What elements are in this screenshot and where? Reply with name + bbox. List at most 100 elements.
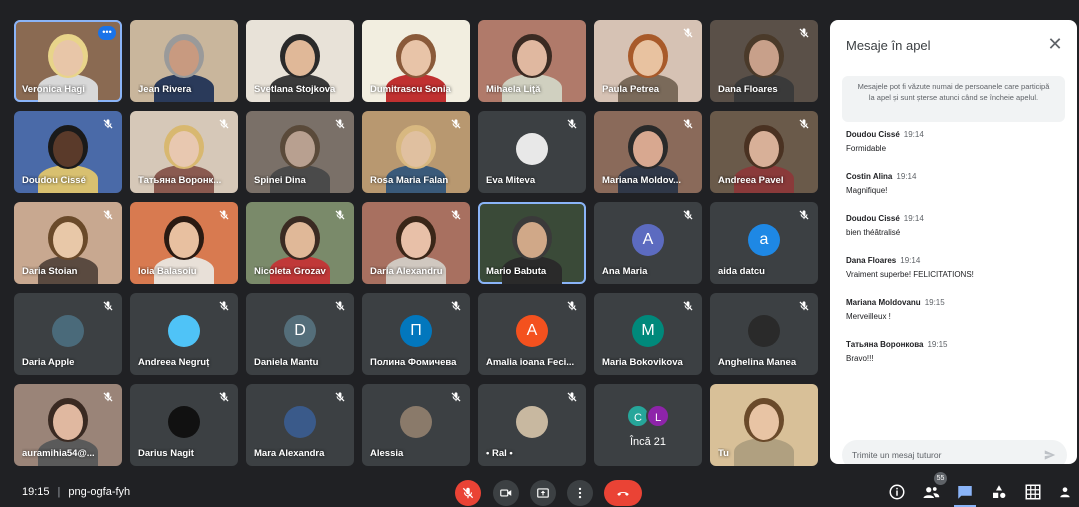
host-controls-icon[interactable] [1058,483,1072,501]
participant-tile[interactable]: • Ral • [478,384,586,466]
participant-tile[interactable]: Spinei Dina [246,111,354,193]
avatar: L [646,404,670,428]
participant-tile[interactable]: Ioia Balasoiu [130,202,238,284]
chat-title: Mesaje în apel [846,38,931,53]
participant-tile[interactable]: Татьяна Воронк... [130,111,238,193]
close-icon[interactable]: ✕ [1045,34,1065,54]
participant-name: auramihia54@... [22,448,95,459]
mic-off-icon [565,299,579,313]
chat-text: Bravo!!! [846,354,874,363]
chat-text: Magnifique! [846,186,888,195]
mic-off-icon [449,390,463,404]
participant-tile[interactable]: Andreea Pavel [710,111,818,193]
chat-time: 19:14 [903,214,924,223]
bottom-bar: 19:15 | png-ogfa-fyh 55 [0,470,1079,507]
participant-tile[interactable]: C L Încă 21 [594,384,702,466]
participant-tile[interactable]: Paula Petrea [594,20,702,102]
avatar: a [748,224,780,256]
avatar [284,406,316,438]
mic-off-icon [797,208,811,222]
participant-tile[interactable]: Mihaela Liţă [478,20,586,102]
mic-off-icon [565,117,579,131]
mic-off-icon [681,208,695,222]
participant-name: Amalia ioana Feci... [486,357,575,368]
participant-name: Maria Bokovikova [602,357,683,368]
mic-off-icon [449,117,463,131]
participant-tile[interactable]: Alessia [362,384,470,466]
participant-tile[interactable]: Mario Babuta [478,202,586,284]
participant-tile[interactable]: Anghelina Manea [710,293,818,375]
camera-toggle-button[interactable] [493,480,519,506]
present-icon [537,488,549,498]
more-participants-label: Încă 21 [629,436,667,448]
chat-panel: Mesaje în apel ✕ Mesajele pot fi văzute … [830,20,1077,464]
participant-tile[interactable]: A Amalia ioana Feci... [478,293,586,375]
participant-tile[interactable]: Eva Miteva [478,111,586,193]
chat-input-container [842,440,1067,464]
mic-off-icon [449,299,463,313]
chat-sender: Costin Alina [846,172,893,181]
participant-tile[interactable]: Mara Alexandra [246,384,354,466]
tile-options-icon[interactable]: ••• [98,26,116,40]
participant-tile[interactable]: П Полина Фомичева [362,293,470,375]
participant-grid: ••• Veronica Hagi Jean Rivera Svetlana Stoj… [14,20,818,466]
more-options-button[interactable] [567,480,593,506]
mic-off-icon [565,390,579,404]
chat-notice: Mesajele pot fi văzute numai de persoane… [842,76,1065,122]
mic-toggle-button[interactable] [455,480,481,506]
participant-tile[interactable]: Darius Nagit [130,384,238,466]
participant-tile[interactable]: Dana Floares [710,20,818,102]
participant-tile[interactable]: Jean Rivera [130,20,238,102]
participant-name: aida datcu [718,266,765,277]
participant-name: Andreea Negruț [138,357,210,368]
chat-text: bien théâtralisé [846,228,901,237]
participant-tile[interactable]: Rosa Maria Falan [362,111,470,193]
participant-name: Jean Rivera [138,84,192,95]
participant-name: Paula Petrea [602,84,660,95]
participant-tile[interactable]: ••• Veronica Hagi [14,20,122,102]
participant-tile[interactable]: Daria Alexandru [362,202,470,284]
participant-tile[interactable]: Mariana Moldov... [594,111,702,193]
participant-tile[interactable]: Doudou Cissé [14,111,122,193]
chat-icon[interactable] [956,483,974,501]
participant-name: Mariana Moldov... [602,175,682,186]
grid-layout-icon[interactable] [1024,483,1042,501]
participant-tile[interactable]: Daria Stoian [14,202,122,284]
hang-up-button[interactable] [604,480,642,506]
mic-off-icon [101,208,115,222]
participant-tile[interactable]: D Daniela Mantu [246,293,354,375]
participant-tile[interactable]: auramihia54@... [14,384,122,466]
participant-tile[interactable]: a aida datcu [710,202,818,284]
participant-tile[interactable]: Svetlana Stojkova [246,20,354,102]
participant-tile[interactable]: Dumitrascu Sonia [362,20,470,102]
participant-tile[interactable]: Tu [710,384,818,466]
participant-tile[interactable]: Nicoleta Grozav [246,202,354,284]
participant-tile[interactable]: Andreea Negruț [130,293,238,375]
participant-tile[interactable]: Daria Apple [14,293,122,375]
avatar [168,315,200,347]
chat-messages[interactable]: Doudou Cissé 19:14 Formidable Costin Alina 1… [846,128,1067,420]
mic-off-icon [797,26,811,40]
present-button[interactable] [530,480,556,506]
chat-message: Татьяна Воронкова 19:15 Bravo!!! [846,340,1067,363]
info-icon[interactable] [888,483,906,501]
chat-input[interactable] [852,440,1032,464]
more-vert-icon [578,487,582,499]
chat-message: Doudou Cissé 19:14 bien théâtralisé [846,214,1067,237]
camera-icon [500,489,512,497]
send-icon[interactable] [1043,448,1057,462]
people-icon[interactable] [922,483,940,501]
chat-sender: Doudou Cissé [846,130,900,139]
participant-tile[interactable]: A Ana Maria [594,202,702,284]
chat-text: Merveilleux ! [846,312,891,321]
chat-message: Mariana Moldovanu 19:15 Merveilleux ! [846,298,1067,321]
participant-name: Nicoleta Grozav [254,266,326,277]
mic-off-icon [681,299,695,313]
participant-name: Dumitrascu Sonia [370,84,451,95]
participant-name: Eva Miteva [486,175,536,186]
participant-tile[interactable]: M Maria Bokovikova [594,293,702,375]
avatar: A [516,315,548,347]
more-participants-avatars: CL [626,404,670,428]
participant-name: Darius Nagit [138,448,194,459]
activities-icon[interactable] [990,483,1008,501]
